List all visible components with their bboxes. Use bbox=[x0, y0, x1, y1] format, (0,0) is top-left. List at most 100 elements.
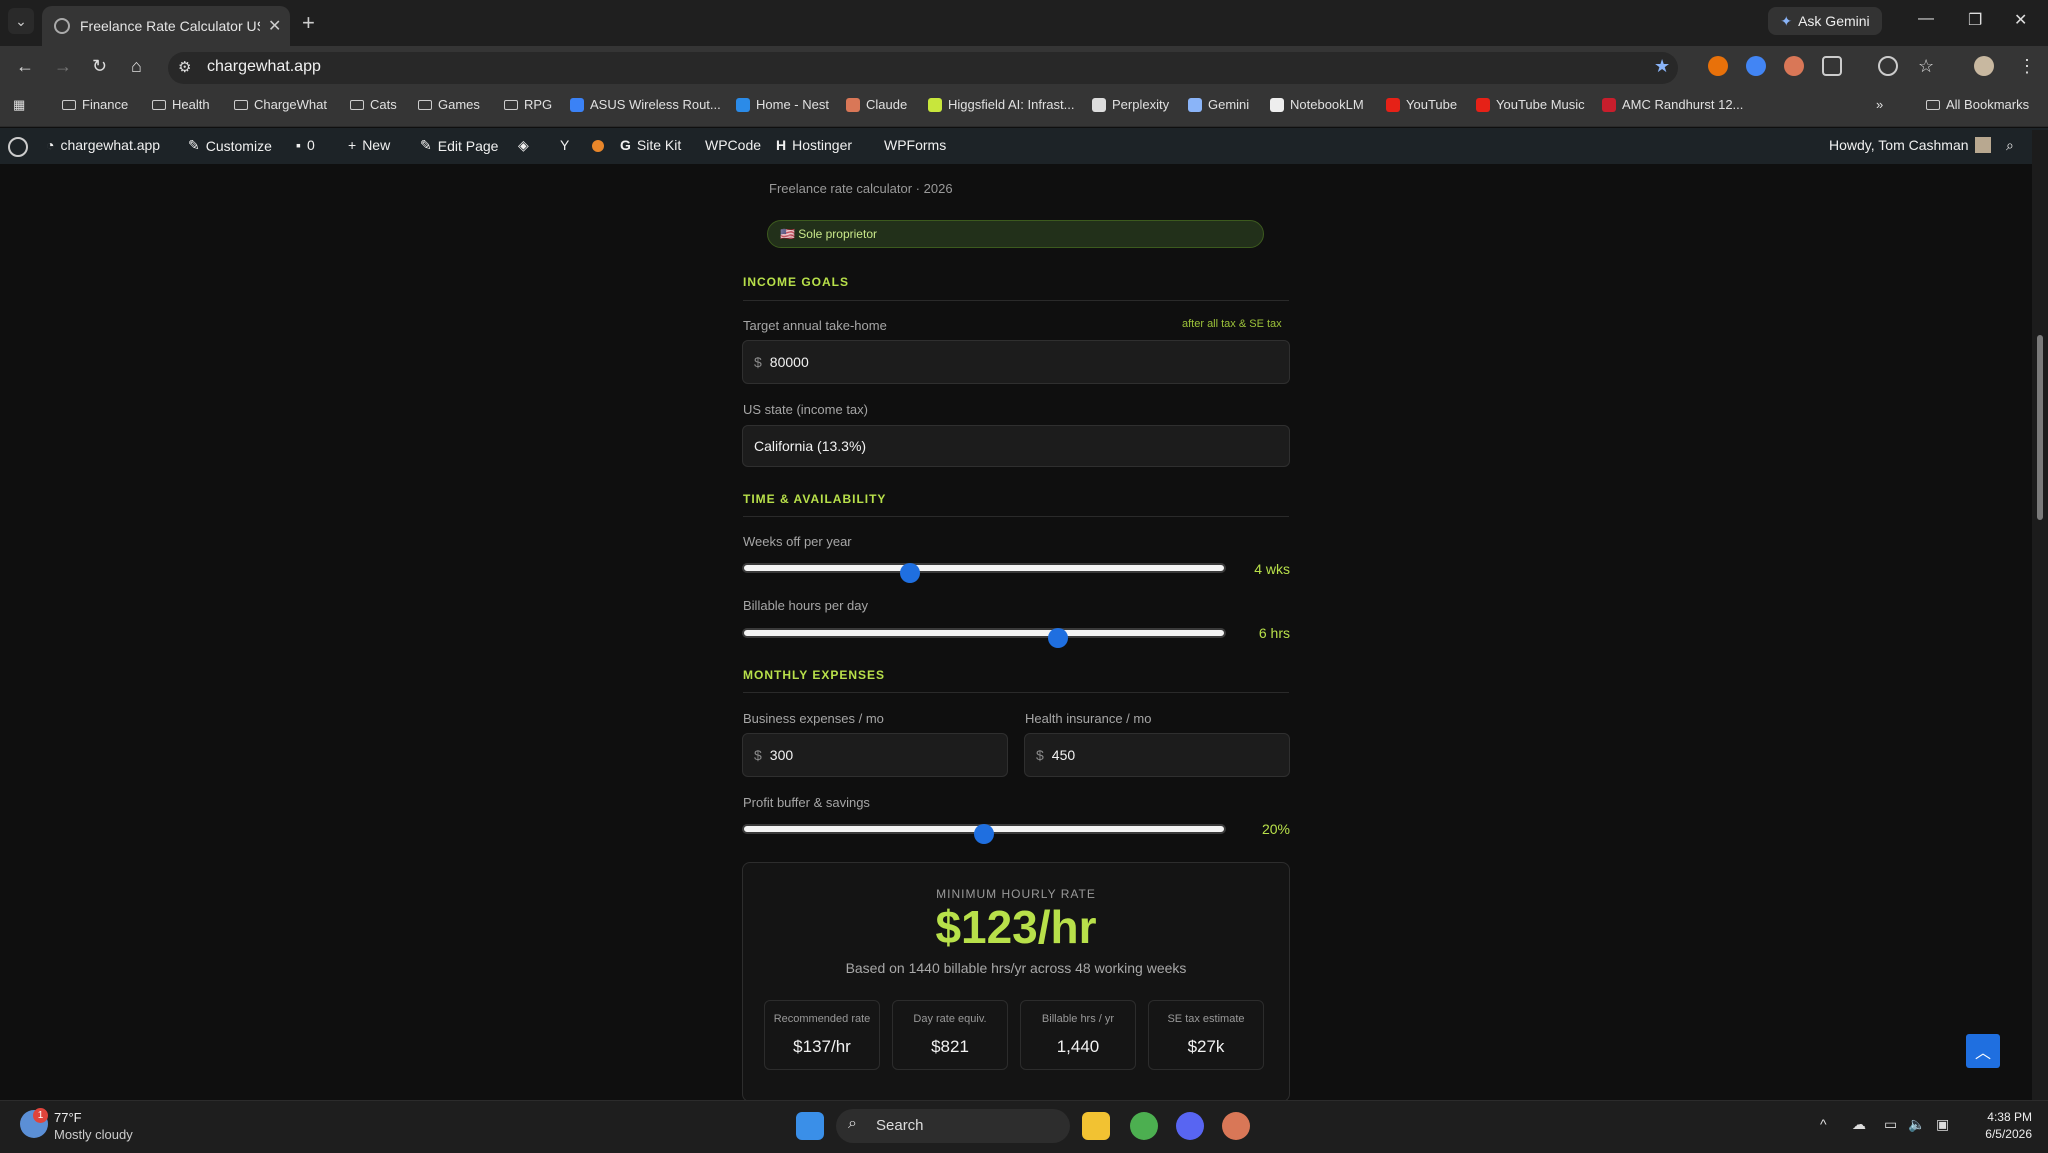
slider-thumb[interactable] bbox=[974, 824, 994, 844]
wp-comments-link[interactable]: ▪ 0 bbox=[296, 137, 315, 153]
bookmark-item[interactable]: Gemini bbox=[1188, 97, 1249, 112]
bookmark-label: Perplexity bbox=[1112, 97, 1170, 112]
business-expenses-input[interactable]: $300 bbox=[742, 733, 1008, 777]
wp-customize-link[interactable]: ✎ Customize bbox=[188, 137, 272, 154]
network-icon[interactable]: ▭ bbox=[1884, 1116, 1897, 1133]
file-explorer-icon[interactable] bbox=[1082, 1112, 1110, 1140]
profile-avatar[interactable] bbox=[1974, 56, 1994, 76]
dashboard-icon: ◔ bbox=[46, 137, 55, 153]
ask-gemini-button[interactable]: ✦ Ask Gemini bbox=[1768, 7, 1882, 35]
restore-icon[interactable]: ❐ bbox=[1968, 10, 1982, 30]
wp-site-kit-link[interactable]: G Site Kit bbox=[620, 137, 681, 153]
bookmark-item[interactable]: YouTube Music bbox=[1476, 97, 1585, 112]
yoast-icon[interactable]: Y bbox=[560, 137, 569, 153]
bookmark-item[interactable]: RPG bbox=[504, 97, 552, 112]
extensions-puzzle-icon[interactable] bbox=[1822, 56, 1842, 76]
pencil-icon: ✎ bbox=[420, 137, 432, 153]
bookmark-label: ChargeWhat bbox=[254, 97, 327, 112]
bookmark-item[interactable]: Claude bbox=[846, 97, 907, 112]
chevron-up-icon: ︿ bbox=[1974, 1045, 1991, 1062]
clock-time[interactable]: 4:38 PM bbox=[1972, 1110, 2032, 1124]
weeks-off-slider[interactable] bbox=[742, 563, 1226, 583]
profit-buffer-slider[interactable] bbox=[742, 824, 1226, 844]
wp-site-link[interactable]: ◔ chargewhat.app bbox=[46, 137, 160, 153]
bookmark-item[interactable]: NotebookLM bbox=[1270, 97, 1364, 112]
tab-search-chevron-icon[interactable]: ⌄ bbox=[8, 8, 34, 34]
home-icon[interactable]: ⌂ bbox=[131, 56, 142, 77]
onedrive-cloud-icon[interactable]: ☁ bbox=[1852, 1116, 1866, 1133]
weather-temp[interactable]: 77°F bbox=[54, 1110, 82, 1125]
stat-value: $27k bbox=[1187, 1037, 1225, 1056]
bookmark-item[interactable]: YouTube bbox=[1386, 97, 1457, 112]
bookmark-item[interactable]: Health bbox=[152, 97, 210, 112]
minimize-icon[interactable]: — bbox=[1918, 10, 1934, 28]
url-text[interactable]: chargewhat.app bbox=[207, 58, 321, 76]
bookmark-item[interactable]: ASUS Wireless Rout... bbox=[570, 97, 721, 112]
bookmark-label: Home - Nest bbox=[756, 97, 829, 112]
take-home-input[interactable]: $80000 bbox=[742, 340, 1290, 384]
extension-icon[interactable] bbox=[1746, 56, 1766, 76]
scrollbar-track[interactable] bbox=[2032, 130, 2048, 1100]
wp-hostinger-link[interactable]: H Hostinger bbox=[776, 137, 852, 153]
wp-new-label: New bbox=[362, 137, 391, 153]
clock-date[interactable]: 6/5/2026 bbox=[1972, 1127, 2032, 1141]
back-to-top-button[interactable]: ︿ bbox=[1966, 1034, 2000, 1068]
apps-grid-icon[interactable]: ▦ bbox=[13, 97, 25, 113]
address-bar[interactable] bbox=[168, 52, 1678, 84]
volume-icon[interactable]: 🔈 bbox=[1908, 1116, 1925, 1133]
close-window-icon[interactable]: ✕ bbox=[2014, 10, 2027, 30]
weather-condition[interactable]: Mostly cloudy bbox=[54, 1127, 133, 1142]
wp-wpcode-link[interactable]: WPCode bbox=[705, 137, 761, 153]
close-tab-icon[interactable]: ✕ bbox=[268, 16, 281, 36]
site-info-icon[interactable]: ⚙ bbox=[178, 58, 191, 76]
wp-howdy-account[interactable]: Howdy, Tom Cashman bbox=[1829, 137, 1991, 153]
bookmark-star-icon[interactable]: ★ bbox=[1654, 56, 1670, 77]
battery-icon[interactable]: ▣ bbox=[1936, 1116, 1949, 1133]
health-insurance-input[interactable]: $450 bbox=[1024, 733, 1290, 777]
bookmarks-star-icon[interactable]: ☆ bbox=[1918, 56, 1934, 77]
bookmark-item[interactable]: ChargeWhat bbox=[234, 97, 327, 112]
taskbar-search[interactable] bbox=[836, 1109, 1070, 1143]
chrome-icon[interactable] bbox=[1130, 1112, 1158, 1140]
reload-icon[interactable]: ↻ bbox=[92, 56, 107, 77]
billable-hours-value: 6 hrs bbox=[1258, 625, 1290, 641]
bookmark-item[interactable]: Games bbox=[418, 97, 480, 112]
more-bookmarks-icon[interactable]: » bbox=[1876, 97, 1883, 112]
all-bookmarks[interactable]: All Bookmarks bbox=[1926, 97, 2029, 112]
new-tab-icon[interactable]: + bbox=[302, 10, 315, 36]
claude-app-icon[interactable] bbox=[1222, 1112, 1250, 1140]
tray-chevron-up-icon[interactable]: ^ bbox=[1820, 1116, 1827, 1132]
state-select[interactable]: California (13.3%) bbox=[742, 425, 1290, 467]
wp-site-label: chargewhat.app bbox=[60, 137, 161, 153]
bookmark-item[interactable]: Home - Nest bbox=[736, 97, 829, 112]
claude-extension-icon[interactable] bbox=[1784, 56, 1804, 76]
extension-icon[interactable] bbox=[1708, 56, 1728, 76]
hostinger-icon: H bbox=[776, 137, 787, 153]
bookmark-item[interactable]: Perplexity bbox=[1092, 97, 1169, 112]
slider-thumb[interactable] bbox=[1048, 628, 1068, 648]
wordpress-logo-icon[interactable] bbox=[8, 137, 28, 157]
bookmark-label: Health bbox=[172, 97, 210, 112]
windows-start-icon[interactable] bbox=[796, 1112, 824, 1140]
billable-hours-slider[interactable] bbox=[742, 628, 1226, 648]
bookmark-item[interactable]: Higgsfield AI: Infrast... bbox=[928, 97, 1074, 112]
forward-icon[interactable]: → bbox=[54, 56, 72, 77]
password-key-icon[interactable] bbox=[1878, 56, 1898, 76]
nest-icon bbox=[736, 97, 750, 112]
slider-thumb[interactable] bbox=[900, 563, 920, 583]
wp-new-link[interactable]: + New bbox=[348, 137, 390, 153]
bookmark-item[interactable]: AMC Randhurst 12... bbox=[1602, 97, 1743, 112]
active-tab[interactable]: Freelance Rate Calculator US (2 ✕ bbox=[42, 6, 290, 46]
diamond-plugin-icon[interactable]: ◈ bbox=[518, 137, 529, 154]
comment-icon: ▪ bbox=[296, 137, 301, 153]
wp-edit-page-link[interactable]: ✎ Edit Page bbox=[420, 137, 498, 154]
menu-kebab-icon[interactable]: ⋮ bbox=[2018, 56, 2036, 77]
bookmark-item[interactable]: Finance bbox=[62, 97, 128, 112]
back-icon[interactable]: ← bbox=[16, 56, 34, 77]
scrollbar-thumb[interactable] bbox=[2037, 335, 2043, 520]
discord-icon[interactable] bbox=[1176, 1112, 1204, 1140]
bookmark-item[interactable]: Cats bbox=[350, 97, 397, 112]
weeks-off-value: 4 wks bbox=[1254, 561, 1290, 577]
wp-wpforms-link[interactable]: WPForms bbox=[884, 137, 946, 153]
search-icon[interactable]: ⌕ bbox=[2006, 137, 2014, 154]
